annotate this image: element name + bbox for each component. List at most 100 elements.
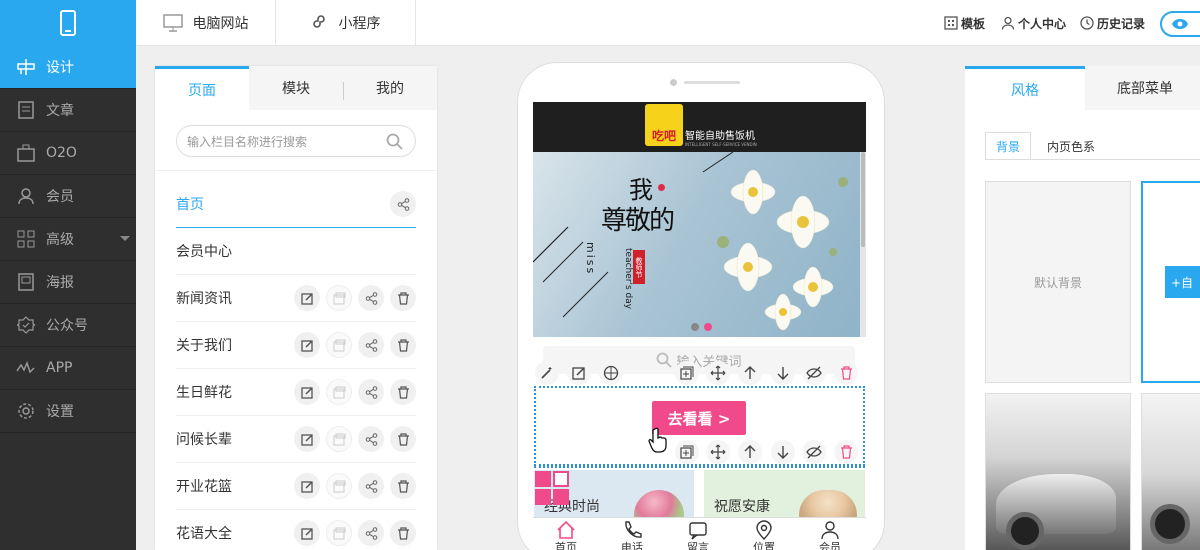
car-wheel [1006, 512, 1044, 550]
template-link[interactable]: 模板 [944, 0, 985, 46]
arrow-down-icon[interactable] [771, 440, 795, 464]
sidebar-item-article[interactable]: 文章 [0, 89, 136, 132]
carousel-dot-1[interactable] [691, 323, 699, 331]
page-search-input[interactable]: 输入栏目名称进行搜索 [176, 125, 416, 157]
page-label: 开业花篮 [176, 479, 232, 495]
bottom-nav-label: 位置 [753, 541, 775, 550]
drag-handle-grid-icon[interactable] [534, 470, 570, 506]
custom-background-option[interactable]: +自 [1141, 181, 1200, 383]
add-module-icon[interactable] [675, 361, 699, 385]
arrow-down-icon[interactable] [771, 361, 795, 385]
hide-icon[interactable] [802, 361, 826, 385]
sidebar-item-label: APP [46, 360, 73, 376]
device-switch-logo[interactable] [0, 0, 136, 46]
copy-icon[interactable] [326, 379, 352, 405]
trash-icon[interactable] [390, 520, 416, 546]
share-icon[interactable] [358, 520, 384, 546]
copy-icon[interactable] [326, 332, 352, 358]
trash-icon[interactable] [390, 285, 416, 311]
custom-background-button[interactable]: +自 [1165, 266, 1200, 298]
share-icon[interactable] [358, 473, 384, 499]
sidebar-item-official-account[interactable]: 公众号 [0, 304, 136, 347]
product-module[interactable]: 经典时尚 祝愿安康 [534, 466, 865, 520]
trash-icon[interactable] [390, 473, 416, 499]
brand-subtitle: 智能自助售饭机 [685, 131, 755, 142]
edit-icon[interactable] [294, 332, 320, 358]
hero-banner[interactable]: 我 尊敬的 miss teacher's day 教师节 [533, 152, 860, 337]
delete-icon[interactable] [834, 440, 858, 464]
sidebar-item-member[interactable]: 会员 [0, 175, 136, 218]
share-icon[interactable] [390, 191, 416, 217]
copy-icon[interactable] [326, 285, 352, 311]
page-row-greet-elders[interactable]: 问候长辈 [176, 416, 416, 463]
car-background-thumbnail-2[interactable] [1141, 393, 1200, 550]
trash-icon[interactable] [390, 426, 416, 452]
car-background-thumbnail-1[interactable] [985, 393, 1131, 550]
preview-button[interactable] [1160, 11, 1200, 37]
top-bar: 电脑网站 小程序 模板 个人中心 历史记录 [136, 0, 1200, 46]
page-row-home[interactable]: 首页 [176, 181, 416, 228]
add-module-icon[interactable] [675, 440, 699, 464]
tab-pages[interactable]: 页面 [155, 66, 249, 110]
magic-wand-icon[interactable] [535, 361, 559, 385]
move-icon[interactable] [706, 361, 730, 385]
tab-style[interactable]: 风格 [965, 66, 1085, 110]
layout-icon[interactable] [599, 361, 623, 385]
share-icon[interactable] [358, 426, 384, 452]
share-icon[interactable] [358, 332, 384, 358]
sidebar-item-settings[interactable]: 设置 [0, 390, 136, 433]
subtab-divider [985, 159, 1200, 160]
page-row-news[interactable]: 新闻资讯 [176, 275, 416, 322]
tab-modules[interactable]: 模块 [249, 66, 343, 110]
scrollbar-thumb[interactable] [861, 152, 865, 247]
arrow-up-icon[interactable] [738, 440, 762, 464]
share-icon[interactable] [358, 285, 384, 311]
tab-pc-website[interactable]: 电脑网站 [136, 0, 276, 46]
edit-icon[interactable] [294, 520, 320, 546]
edit-icon[interactable] [567, 361, 591, 385]
bottom-nav-location[interactable]: 位置 [739, 520, 789, 550]
page-row-about[interactable]: 关于我们 [176, 322, 416, 369]
hide-icon[interactable] [802, 440, 826, 464]
subtab-background[interactable]: 背景 [985, 132, 1031, 160]
bottom-nav-home[interactable]: 首页 [541, 520, 591, 550]
edit-icon[interactable] [294, 426, 320, 452]
sidebar-item-label: 设计 [46, 60, 74, 76]
page-row-opening-baskets[interactable]: 开业花篮 [176, 463, 416, 510]
delete-icon[interactable] [834, 361, 858, 385]
tab-mini-program[interactable]: 小程序 [276, 0, 416, 46]
page-row-member-center[interactable]: 会员中心 [176, 228, 416, 275]
subtab-inner-color[interactable]: 内页色系 [1031, 132, 1111, 160]
copy-icon[interactable] [326, 473, 352, 499]
sidebar-item-design[interactable]: 设计 [0, 46, 136, 89]
edit-icon[interactable] [294, 473, 320, 499]
move-icon[interactable] [706, 440, 730, 464]
sidebar-item-advanced[interactable]: 高级 [0, 218, 136, 261]
sidebar-item-app[interactable]: APP [0, 347, 136, 390]
default-background-option[interactable]: 默认背景 [985, 181, 1131, 383]
bottom-nav-phone[interactable]: 电话 [607, 520, 657, 550]
share-icon[interactable] [358, 379, 384, 405]
history-link[interactable]: 历史记录 [1080, 0, 1145, 46]
page-row-birthday-flowers[interactable]: 生日鲜花 [176, 369, 416, 416]
edit-icon[interactable] [294, 379, 320, 405]
product-card-2[interactable]: 祝愿安康 [704, 470, 865, 520]
copy-icon[interactable] [326, 520, 352, 546]
sidebar-item-label: 公众号 [46, 318, 88, 334]
sidebar-item-poster[interactable]: 海报 [0, 261, 136, 304]
page-row-flower-language[interactable]: 花语大全 [176, 510, 416, 550]
tab-bottom-menu[interactable]: 底部菜单 [1085, 66, 1200, 110]
sidebar-item-o2o[interactable]: O2O [0, 132, 136, 175]
trash-icon[interactable] [390, 332, 416, 358]
bottom-nav-message[interactable]: 留言 [673, 520, 723, 550]
bottom-nav-member[interactable]: 会员 [805, 520, 855, 550]
trash-icon[interactable] [390, 379, 416, 405]
carousel-dot-2[interactable] [704, 323, 712, 331]
copy-icon[interactable] [326, 426, 352, 452]
personal-center-link[interactable]: 个人中心 [1001, 0, 1066, 46]
article-icon [16, 100, 36, 120]
arrow-up-icon[interactable] [738, 361, 762, 385]
edit-icon[interactable] [294, 285, 320, 311]
site-header[interactable]: 吃吧 智能自助售饭机 INTELLIGENT SELF-SERVICE VEND… [533, 102, 866, 152]
tab-mine[interactable]: 我的 [343, 66, 437, 110]
